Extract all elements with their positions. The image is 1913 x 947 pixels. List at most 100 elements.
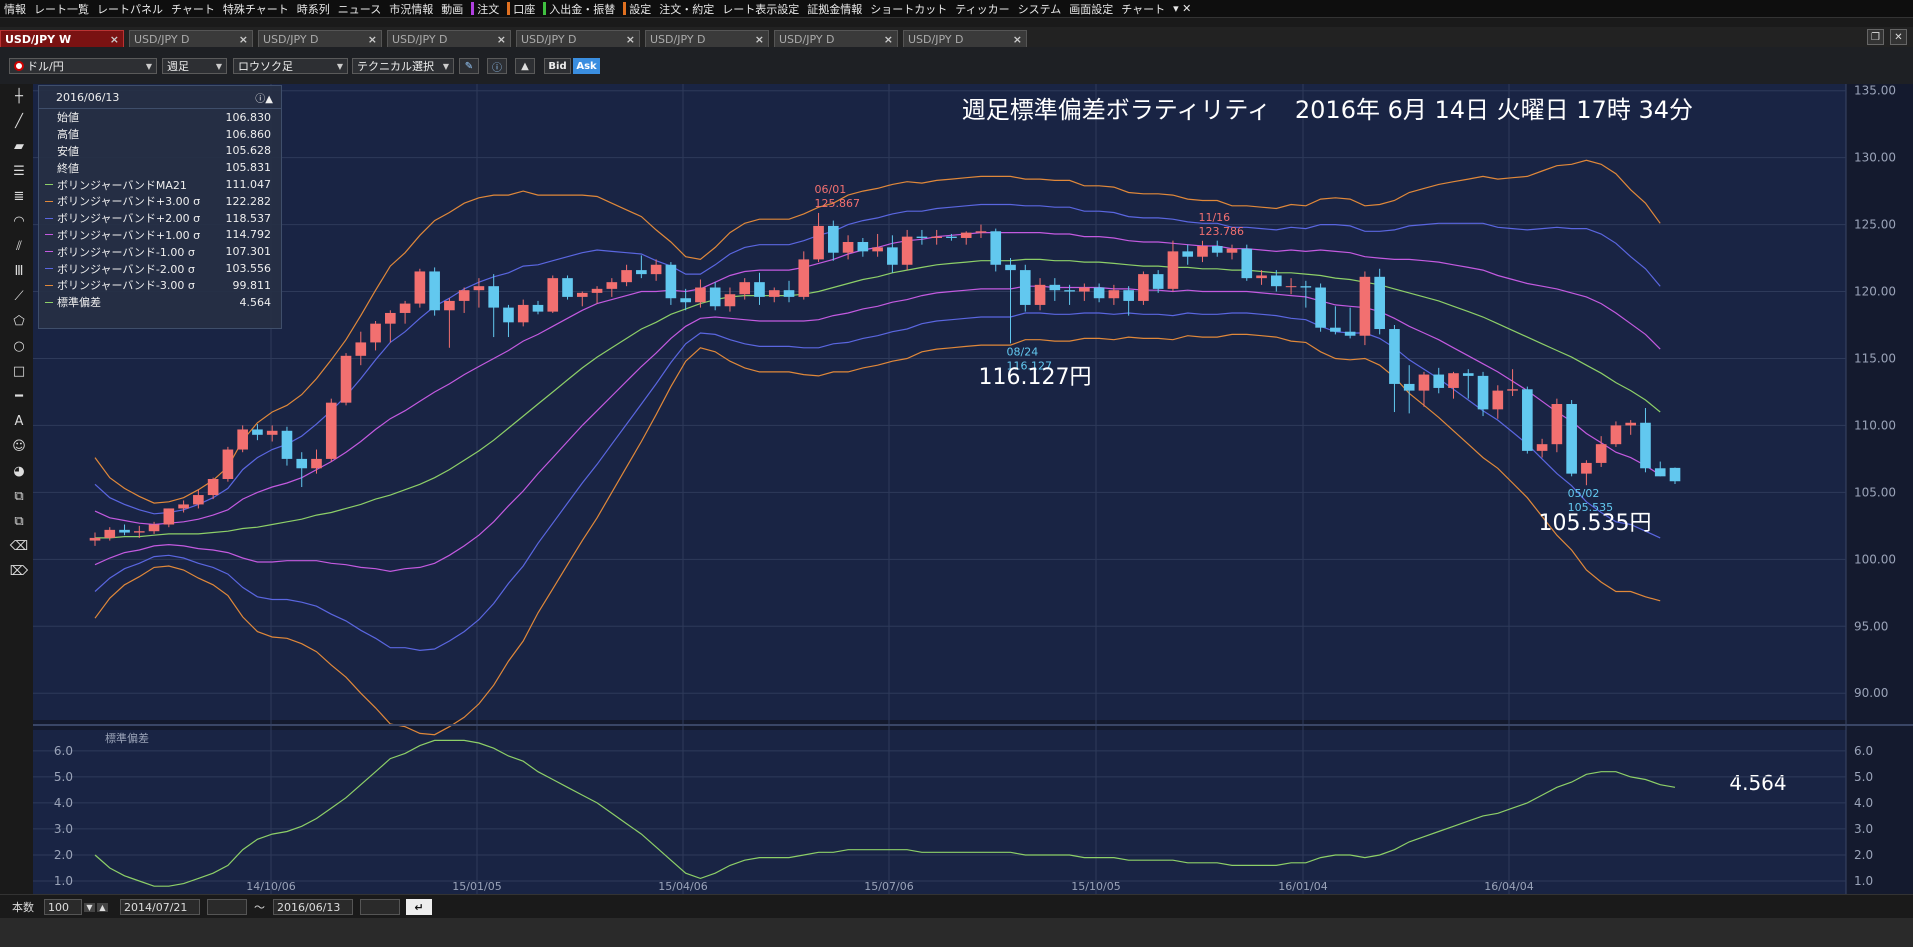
from-time-input[interactable] (207, 899, 247, 915)
chart-type-select[interactable]: ロウソク足 ▼ (233, 58, 348, 74)
menu-item[interactable]: レートパネル (93, 0, 167, 17)
to-date-input[interactable]: 2016/06/13 (273, 899, 353, 915)
menu-item[interactable]: ショートカット (866, 0, 951, 17)
eraser-icon[interactable]: ⌫ (8, 536, 30, 557)
menu-item[interactable]: チャート (1117, 0, 1169, 17)
menu-item[interactable]: 入出金・振替 (539, 0, 619, 17)
close-icon[interactable]: × (110, 33, 119, 46)
to-time-input[interactable] (360, 899, 400, 915)
period-select[interactable]: 週足 ▼ (162, 58, 227, 74)
candle-body (370, 323, 381, 343)
ruler-icon[interactable]: ▰ (8, 136, 30, 157)
series-color-swatch (45, 200, 53, 202)
menu-item[interactable]: 市況情報 (385, 0, 437, 17)
horizontal-line-icon[interactable]: ☰ (8, 161, 30, 182)
copy-icon[interactable]: ⧉ (8, 486, 30, 507)
tab-usdjpy[interactable]: USD/JPY D × (903, 30, 1027, 47)
close-icon[interactable]: × (497, 33, 506, 46)
close-icon[interactable]: × (755, 33, 764, 46)
candle-body (1477, 375, 1489, 410)
rectangle-icon[interactable]: □ (8, 361, 30, 382)
crosshair-icon[interactable]: ┼ (8, 86, 30, 107)
close-icon[interactable]: × (239, 33, 248, 46)
bid-button[interactable]: Bid (544, 58, 571, 74)
fan-icon[interactable]: ⟋ (8, 286, 30, 307)
menu-item[interactable]: 画面設定 (1065, 0, 1117, 17)
candle-body (458, 290, 470, 301)
menu-item[interactable]: 注文・約定 (655, 0, 718, 17)
menu-item[interactable]: レート一覧 (30, 0, 93, 17)
y-tick-label: 135.00 (1854, 84, 1896, 98)
select-icon[interactable]: ◕ (8, 461, 30, 482)
menu-item[interactable]: 時系列 (293, 0, 334, 17)
menu-item[interactable]: 情報 (0, 0, 30, 17)
menu-item[interactable]: 特殊チャート (219, 0, 293, 17)
return-icon: ↵ (414, 900, 424, 914)
menu-item[interactable]: 証拠金情報 (803, 0, 866, 17)
fibonacci-icon[interactable]: ≣ (8, 186, 30, 207)
tab-usdjpy[interactable]: USD/JPY D × (387, 30, 511, 47)
eraser-all-icon[interactable]: ⌦ (8, 561, 30, 582)
sub-y-tick-label-left: 2.0 (54, 848, 73, 862)
circle-icon[interactable]: ○ (8, 336, 30, 357)
vertical-lines-icon[interactable]: Ⅲ (8, 261, 30, 282)
text-icon[interactable]: A (8, 411, 30, 432)
menu-item[interactable]: システム (1014, 0, 1066, 17)
pentagon-icon[interactable]: ⬠ (8, 311, 30, 332)
candle-body (532, 304, 544, 312)
technical-select[interactable]: テクニカル選択 ▼ (352, 58, 454, 74)
close-icon[interactable]: ✕ (1890, 29, 1907, 45)
menu-item[interactable]: レート表示設定 (718, 0, 803, 17)
menu-item-label: レート表示設定 (722, 2, 800, 16)
candle-body (1462, 373, 1474, 376)
count-stepper[interactable]: ▼ ▲ (84, 899, 110, 915)
down-arrow-icon[interactable]: ▼ (84, 902, 95, 912)
tab-usdjpy[interactable]: USD/JPY D × (645, 30, 769, 47)
candle-body (872, 247, 883, 252)
draw-pen-icon[interactable]: ✎ (459, 58, 479, 74)
menu-item[interactable]: ニュース (334, 0, 385, 17)
pair-select[interactable]: ドル/円 ▼ (9, 58, 157, 74)
tab-usdjpy[interactable]: USD/JPY D × (258, 30, 382, 47)
arc-icon[interactable]: ◠ (8, 211, 30, 232)
candle-body (385, 312, 396, 324)
chart-area[interactable]: 135.00 130.00 125.00 120.00 115.00 110.00 105.… (33, 84, 1913, 894)
range-tilde: 〜 (254, 901, 265, 914)
restore-icon[interactable]: ❐ (1867, 29, 1884, 45)
mountain-chart-icon[interactable]: ▲ (515, 58, 535, 74)
candle-body (916, 236, 928, 238)
tab-usdjpy[interactable]: USD/JPY D × (129, 30, 253, 47)
paste-icon[interactable]: ⧉ (8, 511, 30, 532)
menu-item[interactable]: チャート (167, 0, 219, 17)
menu-item[interactable]: 口座 (503, 0, 539, 17)
ask-button[interactable]: Ask (573, 58, 600, 74)
up-arrow-icon[interactable]: ▲ (97, 902, 108, 912)
tab-usdjpy[interactable]: USD/JPY D × (774, 30, 898, 47)
info-row-label-wrap: ボリンジャーバンド-2.00 σ (45, 261, 195, 277)
menu-item[interactable]: 設定 (619, 0, 655, 17)
candle-body (1211, 246, 1223, 253)
channel-icon[interactable]: ⫽ (8, 236, 30, 257)
info-icon[interactable]: ⓘ (487, 58, 507, 74)
count-input[interactable]: 100 (44, 899, 82, 915)
close-icon[interactable]: × (884, 33, 893, 46)
line-icon[interactable]: ━ (8, 386, 30, 407)
close-icon[interactable]: × (368, 33, 377, 46)
tab-usdjpy[interactable]: USD/JPY D × (516, 30, 640, 47)
close-icon[interactable]: × (626, 33, 635, 46)
menu-item[interactable]: 動画 (437, 0, 467, 17)
icon-stamp-icon[interactable]: ☺ (8, 436, 30, 457)
candle-body (975, 231, 987, 233)
candle-body (266, 430, 278, 435)
candle-body (89, 537, 101, 541)
menu-item[interactable]: ティッカー (951, 0, 1013, 17)
tab-usdjpy[interactable]: USD/JPY W × (0, 30, 124, 47)
menu-overflow-icon[interactable]: ▾ ✕ (1169, 0, 1195, 17)
refresh-button[interactable]: ↵ (406, 899, 432, 915)
close-icon[interactable]: × (1013, 33, 1022, 46)
info-toggle-icon[interactable]: ⓘ▲ (255, 90, 273, 105)
menu-item[interactable]: 注文 (467, 0, 503, 17)
candle-body (1167, 251, 1179, 289)
trendline-icon[interactable]: ╱ (8, 111, 30, 132)
from-date-input[interactable]: 2014/07/21 (120, 899, 200, 915)
